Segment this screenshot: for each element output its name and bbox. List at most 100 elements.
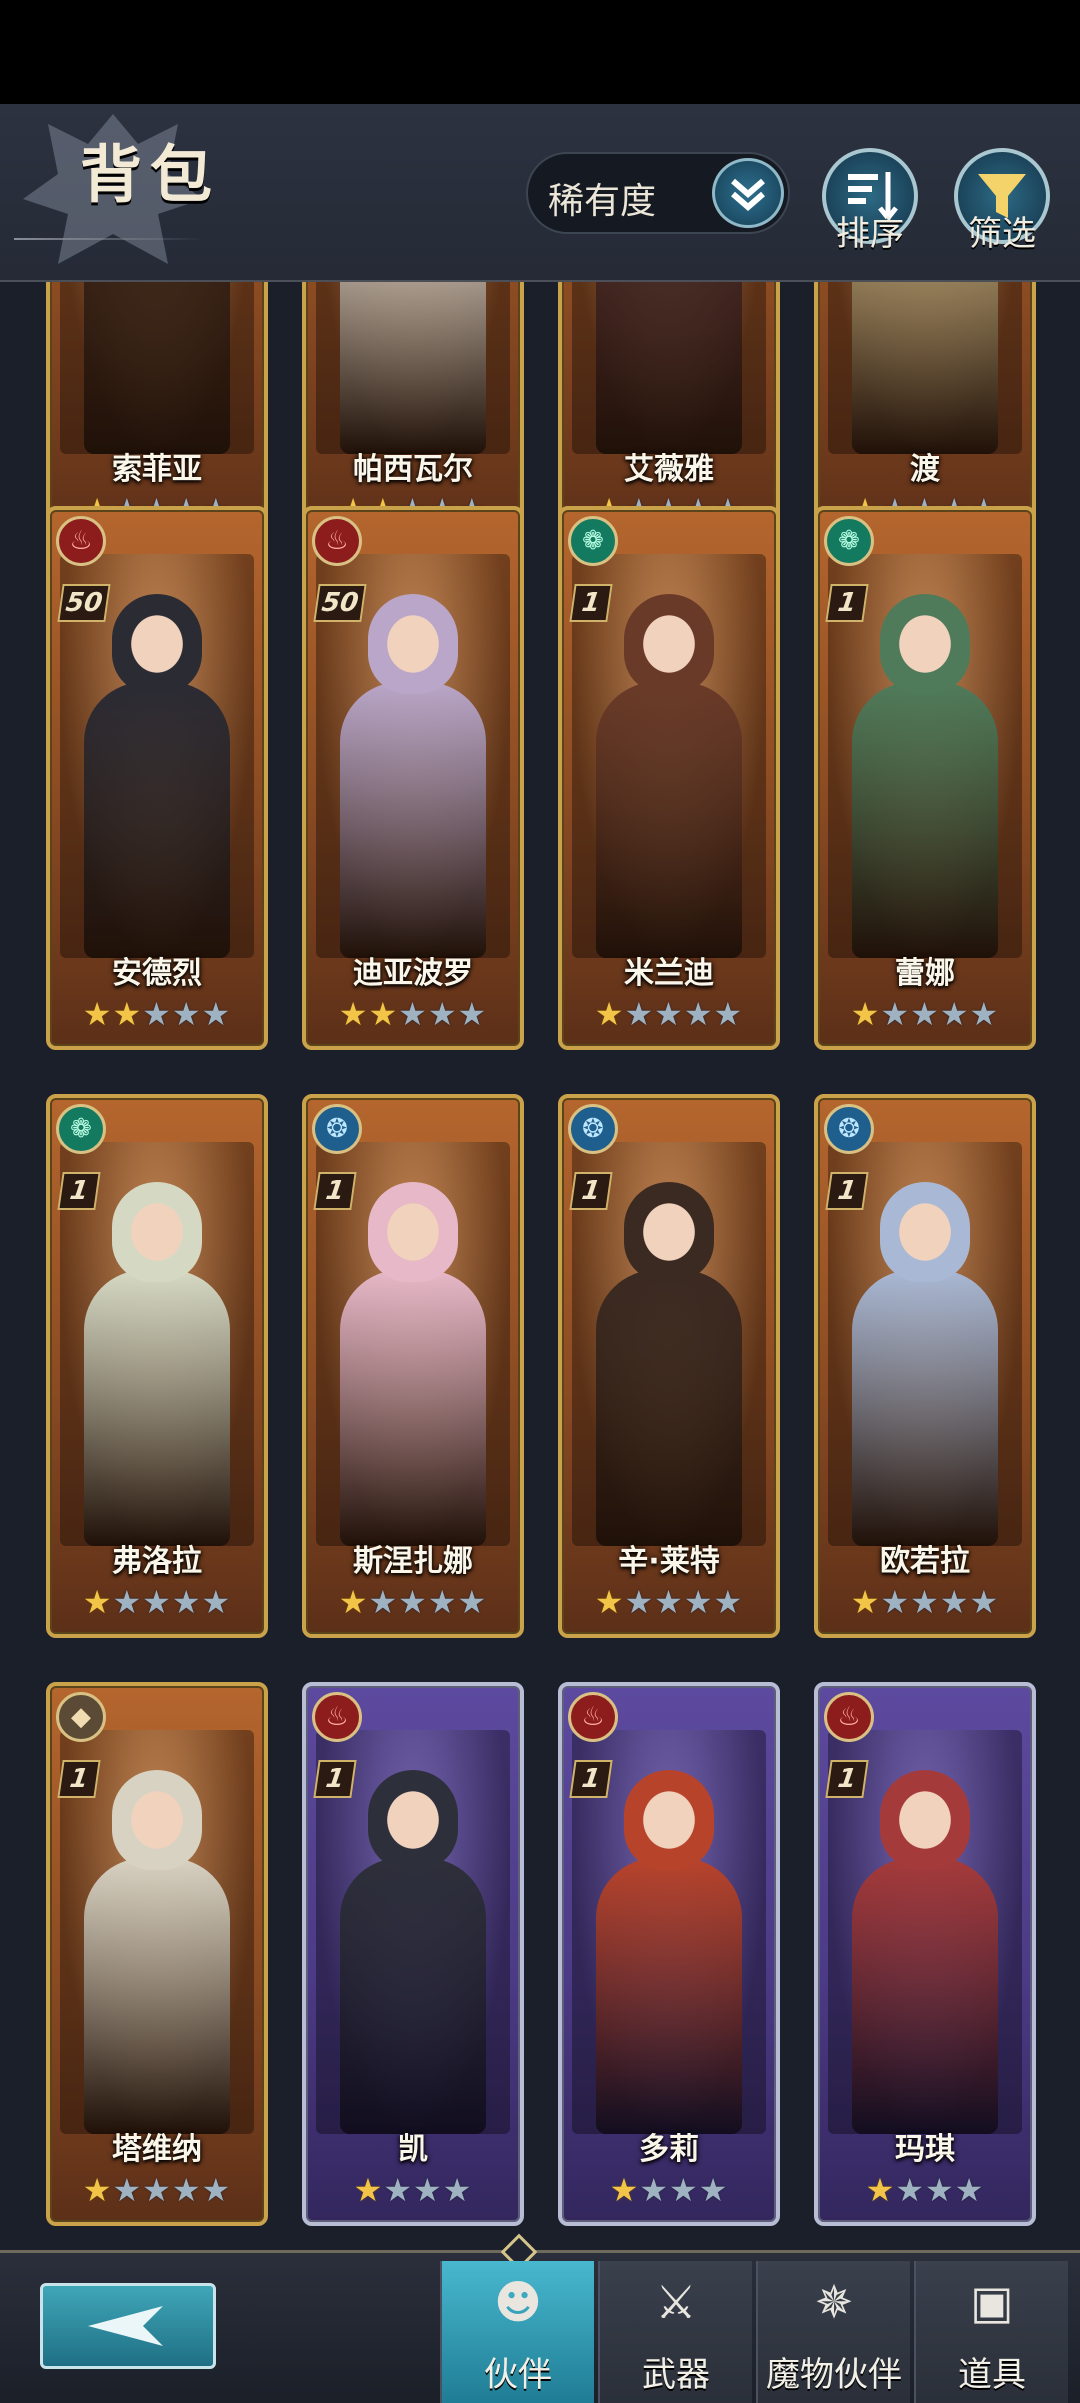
character-name: 米兰迪 (624, 956, 714, 991)
star-rating: ★★★★★ (818, 1586, 1032, 1618)
character-card[interactable]: ❂ 1 斯涅扎娜 ★★★★★ (302, 1094, 524, 1638)
star-empty-icon: ★ (624, 1583, 655, 1621)
star-empty-icon: ★ (639, 2171, 669, 2209)
character-card[interactable]: ♨ 1 凯 ★★★★ (302, 1682, 524, 2226)
sort-criteria-dropdown[interactable]: 稀有度 (526, 152, 790, 234)
star-rating: ★★★★ (306, 2174, 520, 2206)
tab-label: 伙伴 (484, 2355, 552, 2395)
star-rating: ★★★★★ (50, 998, 264, 1030)
star-empty-icon: ★ (112, 1583, 143, 1621)
character-card[interactable]: ♨ 1 玛琪 ★★★★ (814, 1682, 1036, 2226)
star-empty-icon: ★ (713, 1583, 744, 1621)
sort-criteria-value: 稀有度 (548, 181, 657, 222)
star-rating: ★★★★★ (306, 998, 520, 1030)
character-name: 弗洛拉 (112, 1544, 202, 1579)
character-card[interactable]: ♨ 1 多莉 ★★★★ (558, 1682, 780, 2226)
star-empty-icon: ★ (427, 995, 458, 1033)
character-grid: 索菲亚★★★★★帕西瓦尔★★★★★艾薇雅★★★★★渡★★★★★♨50安德烈★★★… (0, 282, 1080, 2242)
tab-crossed-swords[interactable]: ⚔ 武器 (598, 2261, 752, 2403)
star-filled-icon: ★ (338, 995, 369, 1033)
star-rating: ★★★★ (562, 2174, 776, 2206)
character-portrait (316, 282, 510, 454)
character-portrait (828, 282, 1022, 454)
star-empty-icon: ★ (880, 1583, 911, 1621)
character-card[interactable]: ❂ 1 辛·莱特 ★★★★★ (558, 1094, 780, 1638)
star-empty-icon: ★ (969, 1583, 1000, 1621)
back-button[interactable] (40, 2283, 216, 2369)
character-portrait (60, 282, 254, 454)
wind-element-icon: ❁ (568, 516, 618, 566)
character-card[interactable]: ❁ 1 弗洛拉 ★★★★★ (46, 1094, 268, 1638)
tab-dragon[interactable]: ✵ 魔物伙伴 (756, 2261, 910, 2403)
star-filled-icon: ★ (112, 995, 143, 1033)
star-empty-icon: ★ (413, 2171, 443, 2209)
character-card[interactable]: ❁ 1 蕾娜 ★★★★★ (814, 506, 1036, 1050)
chevron-down-icon[interactable] (712, 158, 784, 228)
level-badge: 50 (313, 584, 367, 622)
star-empty-icon: ★ (142, 995, 172, 1033)
character-card[interactable]: ◆ 1 塔维纳 ★★★★★ (46, 1682, 268, 2226)
star-empty-icon: ★ (969, 995, 1000, 1033)
star-empty-icon: ★ (698, 2171, 729, 2209)
star-filled-icon: ★ (353, 2171, 384, 2209)
fire-element-icon: ♨ (824, 1692, 874, 1742)
water-element-icon: ❂ (824, 1104, 874, 1154)
status-bar (0, 0, 1080, 104)
wind-element-icon: ❁ (824, 516, 874, 566)
tab-backpack[interactable]: ▣ 道具 (914, 2261, 1068, 2403)
star-empty-icon: ★ (368, 1583, 399, 1621)
star-filled-icon: ★ (82, 995, 113, 1033)
level-badge: 1 (313, 1172, 357, 1210)
star-empty-icon: ★ (713, 995, 744, 1033)
star-empty-icon: ★ (142, 1583, 172, 1621)
star-filled-icon: ★ (865, 2171, 896, 2209)
fire-element-icon: ♨ (312, 1692, 362, 1742)
wind-element-icon: ❁ (56, 1104, 106, 1154)
character-name: 凯 (398, 2132, 428, 2167)
star-empty-icon: ★ (457, 995, 488, 1033)
character-name: 塔维纳 (112, 2132, 202, 2167)
character-card[interactable]: ♨ 50 迪亚波罗 ★★★★★ (302, 506, 524, 1050)
character-card[interactable]: ❁ 1 米兰迪 ★★★★★ (558, 506, 780, 1050)
level-badge: 1 (569, 584, 613, 622)
star-empty-icon: ★ (654, 995, 684, 1033)
tab-bust[interactable]: ☻ 伙伴 (440, 2261, 594, 2403)
star-empty-icon: ★ (383, 2171, 413, 2209)
star-filled-icon: ★ (82, 2171, 113, 2209)
star-filled-icon: ★ (594, 995, 625, 1033)
star-empty-icon: ★ (939, 995, 970, 1033)
star-rating: ★★★★ (818, 2174, 1032, 2206)
level-badge: 1 (825, 584, 869, 622)
star-filled-icon: ★ (368, 995, 399, 1033)
star-empty-icon: ★ (910, 1583, 940, 1621)
level-badge: 1 (57, 1172, 101, 1210)
star-empty-icon: ★ (171, 995, 202, 1033)
star-empty-icon: ★ (201, 995, 232, 1033)
star-empty-icon: ★ (398, 995, 428, 1033)
star-rating: ★★★★★ (818, 998, 1032, 1030)
star-empty-icon: ★ (880, 995, 911, 1033)
level-badge: 1 (825, 1172, 869, 1210)
header: 背包 稀有度 排序 筛选 (0, 104, 1080, 282)
star-empty-icon: ★ (398, 1583, 428, 1621)
star-filled-icon: ★ (338, 1583, 369, 1621)
character-card[interactable]: ❂ 1 欧若拉 ★★★★★ (814, 1094, 1036, 1638)
character-name: 斯涅扎娜 (353, 1544, 473, 1579)
character-name: 迪亚波罗 (353, 956, 473, 991)
level-badge: 1 (825, 1760, 869, 1798)
water-element-icon: ❂ (568, 1104, 618, 1154)
character-card[interactable]: ♨ 50 安德烈 ★★★★★ (46, 506, 268, 1050)
star-rating: ★★★★★ (562, 1586, 776, 1618)
level-badge: 1 (569, 1760, 613, 1798)
star-empty-icon: ★ (624, 995, 655, 1033)
fire-element-icon: ♨ (56, 516, 106, 566)
back-arrow-icon (88, 2306, 163, 2346)
star-empty-icon: ★ (683, 995, 714, 1033)
star-empty-icon: ★ (442, 2171, 473, 2209)
star-empty-icon: ★ (925, 2171, 955, 2209)
sort-button-label: 排序 (836, 214, 904, 254)
star-empty-icon: ★ (201, 2171, 232, 2209)
level-badge: 1 (57, 1760, 101, 1798)
fire-element-icon: ♨ (312, 516, 362, 566)
star-rating: ★★★★★ (50, 2174, 264, 2206)
